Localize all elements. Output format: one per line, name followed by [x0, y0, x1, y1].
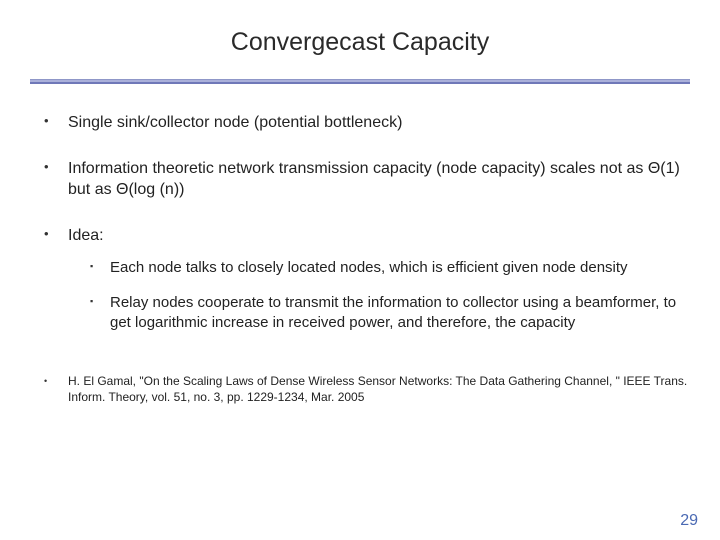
- sub-bullet-text: Each node talks to closely located nodes…: [110, 259, 628, 276]
- bullet-text: Single sink/collector node (potential bo…: [68, 114, 402, 131]
- reference-item: H. El Gamal, "On the Scaling Laws of Den…: [36, 373, 690, 405]
- bullet-list: Single sink/collector node (potential bo…: [30, 112, 690, 406]
- slide-title: Convergecast Capacity: [30, 28, 690, 57]
- sub-bullet-list: Each node talks to closely located nodes…: [68, 258, 690, 333]
- reference-text: H. El Gamal, "On the Scaling Laws of Den…: [68, 374, 687, 404]
- bullet-item: Idea: Each node talks to closely located…: [36, 225, 690, 333]
- bullet-item: Single sink/collector node (potential bo…: [36, 112, 690, 134]
- sub-bullet-text: Relay nodes cooperate to transmit the in…: [110, 294, 676, 331]
- sub-bullet-item: Relay nodes cooperate to transmit the in…: [86, 293, 690, 334]
- sub-bullet-item: Each node talks to closely located nodes…: [86, 258, 690, 278]
- slide: Convergecast Capacity Single sink/collec…: [0, 0, 720, 540]
- bullet-text: Idea:: [68, 225, 690, 247]
- title-rule: [30, 79, 690, 84]
- bullet-item: Information theoretic network transmissi…: [36, 158, 690, 201]
- page-number: 29: [680, 512, 698, 530]
- bullet-text: Information theoretic network transmissi…: [68, 160, 680, 199]
